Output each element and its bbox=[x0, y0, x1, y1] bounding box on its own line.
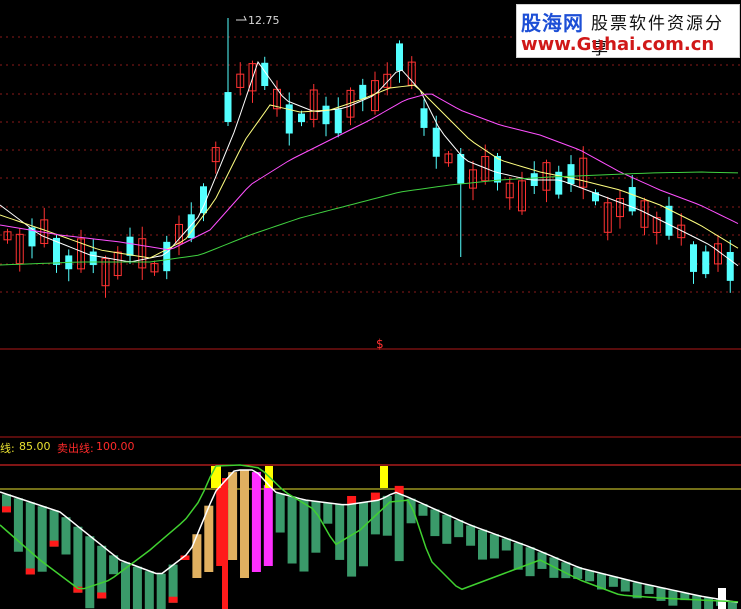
hist-bar-6 bbox=[73, 526, 83, 593]
hist-bar-5 bbox=[61, 517, 71, 555]
ma-short-line bbox=[0, 60, 739, 267]
candle-body-24 bbox=[298, 113, 305, 123]
hist-bar-16 bbox=[192, 534, 202, 578]
hist-bar-12 bbox=[144, 571, 154, 609]
ma-longest-line bbox=[0, 171, 739, 266]
candle-body-13 bbox=[163, 241, 171, 272]
hist-tip-0 bbox=[2, 506, 11, 513]
hist-bar-37 bbox=[442, 514, 452, 544]
hist-bar-52 bbox=[620, 579, 630, 592]
candle-body-34 bbox=[420, 108, 428, 128]
hist-bar-33 bbox=[394, 493, 404, 562]
hist-bar-24 bbox=[287, 496, 297, 564]
panel-marker: $ bbox=[376, 337, 384, 351]
hist-tip-8 bbox=[97, 592, 107, 599]
watermark-banner: 股海网 股票软件资源分享 www.Guhai.com.cn bbox=[516, 4, 740, 59]
candle-body-7 bbox=[89, 251, 97, 266]
peak-pointer bbox=[236, 15, 247, 21]
candle-body-26 bbox=[322, 105, 330, 125]
ma-long-line bbox=[0, 93, 739, 251]
peak-price-label: 12.75 bbox=[248, 14, 280, 27]
hist-last-bar bbox=[718, 588, 726, 609]
candle-body-56 bbox=[690, 244, 697, 272]
candle-body-27 bbox=[334, 109, 342, 134]
hist-tip-4 bbox=[49, 540, 59, 547]
hist-bar-40 bbox=[478, 529, 487, 560]
hist-bar-29 bbox=[347, 503, 357, 577]
hist-tip-2 bbox=[25, 568, 35, 575]
hist-cap-29 bbox=[347, 495, 357, 504]
hist-bar-31 bbox=[370, 500, 380, 535]
candle-body-18 bbox=[224, 92, 232, 123]
hist-bar-43 bbox=[513, 542, 523, 570]
hist-spike-bar bbox=[222, 478, 228, 609]
hist-bar-38 bbox=[454, 520, 464, 538]
buy-line-value: 85.00 bbox=[19, 440, 51, 453]
hist-bar-8 bbox=[97, 545, 107, 599]
hist-bar-23 bbox=[275, 493, 285, 533]
hist-bar-30 bbox=[359, 502, 368, 567]
hist-bar-28 bbox=[335, 504, 345, 560]
stock-chart[interactable] bbox=[0, 0, 741, 609]
hist-bar-7 bbox=[85, 536, 95, 609]
hist-bar-49 bbox=[585, 570, 595, 582]
grid-lines bbox=[0, 36, 741, 293]
hist-bar-22 bbox=[263, 485, 273, 566]
candle-body-29 bbox=[359, 84, 367, 100]
hist-bar-59 bbox=[704, 597, 714, 609]
buy-line-name: 线: bbox=[0, 442, 15, 455]
sell-line-value: 100.00 bbox=[96, 440, 135, 453]
signal-bar-0 bbox=[211, 466, 221, 488]
hist-bar-41 bbox=[489, 534, 499, 559]
hist-bar-25 bbox=[299, 499, 309, 572]
sell-line-name: 卖出线: bbox=[57, 442, 94, 455]
candle-body-32 bbox=[396, 43, 403, 71]
hist-bar-36 bbox=[430, 509, 440, 537]
indicator-histogram[interactable] bbox=[2, 466, 737, 609]
hist-bar-2 bbox=[25, 502, 35, 575]
hist-bar-21 bbox=[251, 472, 261, 572]
panel-dividers bbox=[0, 348, 741, 490]
ma-mid-line bbox=[0, 84, 739, 259]
hist-bar-51 bbox=[608, 576, 618, 587]
candle-body-37 bbox=[457, 154, 465, 184]
hist-bar-20 bbox=[240, 470, 249, 578]
hist-bar-11 bbox=[132, 566, 142, 609]
hist-bar-19 bbox=[228, 472, 238, 560]
hist-tip-14 bbox=[168, 596, 178, 603]
hist-bar-39 bbox=[466, 525, 476, 546]
candle-body-57 bbox=[702, 251, 710, 275]
moving-average-lines bbox=[0, 60, 739, 267]
hist-bar-42 bbox=[501, 538, 511, 551]
candle-body-59 bbox=[726, 251, 734, 281]
candle-body-35 bbox=[432, 127, 440, 157]
hist-bar-44 bbox=[525, 547, 535, 577]
hist-bar-27 bbox=[323, 502, 333, 524]
hist-bar-13 bbox=[156, 573, 166, 609]
hist-bar-47 bbox=[561, 562, 571, 579]
candle-body-10 bbox=[126, 236, 134, 256]
watermark-url: www.Guhai.com.cn bbox=[521, 34, 715, 55]
hist-bar-58 bbox=[692, 595, 702, 609]
candle-body-46 bbox=[567, 164, 575, 185]
watermark-site-name: 股海网 bbox=[521, 11, 584, 35]
signal-bar-2 bbox=[380, 466, 388, 488]
